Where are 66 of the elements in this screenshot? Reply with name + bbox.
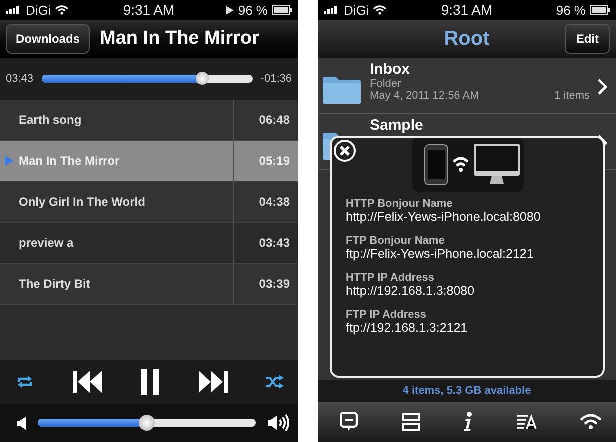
remaining-time: -01:36 — [260, 73, 292, 85]
track-duration: 06:48 — [233, 100, 298, 140]
battery-icon — [590, 5, 610, 15]
track-duration: 04:38 — [233, 182, 298, 222]
progress-slider[interactable] — [42, 75, 253, 83]
folder-title: Root — [444, 28, 490, 50]
wifi-icon[interactable] — [580, 414, 602, 430]
previous-icon[interactable] — [72, 371, 102, 393]
info-value: http://Felix-Yews-iPhone.local:8080 — [346, 210, 542, 224]
info-value: ftp://192.168.1.3:2121 — [346, 321, 469, 335]
pause-icon[interactable] — [141, 369, 159, 395]
info-label: FTP IP Address — [346, 309, 428, 321]
folder-name: Inbox — [370, 61, 411, 78]
repeat-icon[interactable] — [16, 375, 34, 389]
speaker-quiet-icon — [17, 416, 26, 430]
next-icon[interactable] — [198, 371, 228, 393]
back-button[interactable]: Downloads — [6, 24, 90, 54]
info-label: HTTP IP Address — [346, 272, 436, 284]
info-value: http://192.168.1.3:8080 — [346, 284, 476, 298]
wifi-icon — [55, 5, 70, 15]
slider-thumb[interactable] — [196, 72, 210, 85]
carrier-name: DiGi — [26, 2, 52, 18]
text-format-icon[interactable] — [516, 414, 536, 430]
storage-summary: 4 items, 5.3 GB available — [402, 385, 532, 397]
signal-icon — [324, 6, 340, 14]
track-title: The Dirty Bit — [19, 277, 90, 291]
modified-date: May 4, 2011 12:56 AM — [370, 90, 480, 102]
track-row[interactable]: The Dirty Bit 03:39 — [0, 264, 298, 305]
info-value: ftp://Felix-Yews-iPhone.local:2121 — [346, 247, 535, 261]
list-icon[interactable] — [402, 413, 420, 431]
elapsed-time: 03:43 — [6, 73, 34, 85]
item-count: 1 items — [554, 90, 590, 102]
item-type: Folder — [370, 78, 402, 90]
track-duration: 03:39 — [233, 264, 298, 304]
battery-icon — [272, 5, 292, 15]
edit-button[interactable]: Edit — [565, 24, 610, 54]
speaker-loud-icon — [268, 414, 290, 432]
track-row[interactable]: preview a 03:43 — [0, 223, 298, 264]
track-duration: 03:43 — [233, 223, 298, 263]
track-title: Man In The Mirror — [19, 154, 120, 168]
info-label: HTTP Bonjour Name — [346, 198, 454, 210]
track-title: Earth song — [19, 113, 82, 127]
track-title: preview a — [19, 236, 74, 250]
speech-bubble-icon[interactable] — [340, 412, 358, 432]
close-icon[interactable] — [334, 140, 356, 162]
play-indicator-icon — [226, 6, 234, 14]
signal-icon — [6, 6, 22, 14]
track-title: Only Girl In The World — [19, 195, 146, 209]
info-label: FTP Bonjour Name — [346, 235, 446, 247]
info-icon[interactable] — [463, 412, 473, 432]
track-row[interactable]: Only Girl In The World 04:38 — [0, 182, 298, 223]
battery-percent: 96 % — [238, 2, 268, 18]
status-time: 9:31 AM — [123, 2, 175, 18]
wifi-icon — [373, 5, 388, 15]
song-title: Man In The Mirror — [100, 28, 260, 50]
battery-percent: 96 % — [556, 2, 586, 18]
shuffle-icon[interactable] — [266, 375, 284, 389]
folder-icon — [322, 75, 362, 105]
folder-name: Sample — [370, 117, 424, 134]
track-duration: 05:19 — [233, 141, 298, 181]
slider-thumb[interactable] — [139, 415, 155, 431]
carrier-name: DiGi — [344, 2, 370, 18]
status-time: 9:31 AM — [441, 2, 493, 18]
chevron-icon — [598, 79, 608, 95]
now-playing-icon — [5, 156, 14, 166]
track-row[interactable]: Earth song 06:48 — [0, 100, 298, 141]
